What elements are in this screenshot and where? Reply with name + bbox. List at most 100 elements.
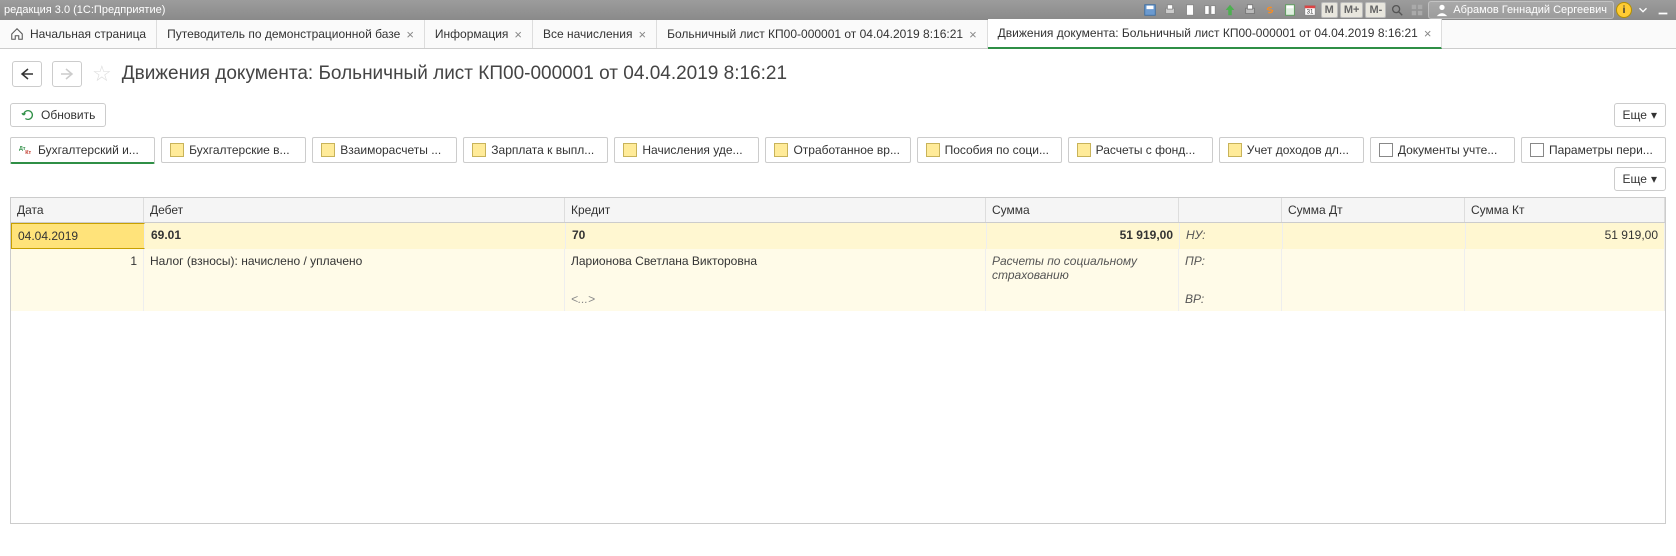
cell-num: 1 xyxy=(11,249,144,287)
titlebar-actions: 31 M M+ M- Абрамов Геннадий Сергеевич i xyxy=(1141,1,1672,19)
more-button-top[interactable]: Еще ▾ xyxy=(1614,103,1666,127)
tab-accruals[interactable]: Все начисления × xyxy=(533,20,657,48)
link-icon[interactable] xyxy=(1261,2,1279,18)
grid-icon xyxy=(1379,143,1393,157)
page-title: Движения документа: Больничный лист КП00… xyxy=(122,63,787,85)
tab-label: Путеводитель по демонстрационной базе xyxy=(167,27,400,41)
subtab-salary[interactable]: Зарплата к выпл... xyxy=(463,137,608,163)
subtab-label: Бухгалтерский и... xyxy=(38,143,139,157)
register-tabbar: ДтКт Бухгалтерский и... Бухгалтерские в.… xyxy=(0,137,1676,163)
page-header: ☆ Движения документа: Больничный лист КП… xyxy=(0,49,1676,97)
doc-icon[interactable] xyxy=(1181,2,1199,18)
cell-date[interactable]: 04.04.2019 xyxy=(11,223,145,249)
subtab-benefits[interactable]: Пособия по соци... xyxy=(917,137,1062,163)
close-icon[interactable]: × xyxy=(969,27,977,42)
subtab-label: Пособия по соци... xyxy=(945,143,1049,157)
nav-forward-button[interactable] xyxy=(52,61,82,87)
tab-sicklist[interactable]: Больничный лист КП00-000001 от 04.04.201… xyxy=(657,20,988,48)
more-label: Еще xyxy=(1623,172,1647,186)
calculator-icon[interactable] xyxy=(1281,2,1299,18)
posting-row[interactable]: 04.04.2019 69.01 70 51 919,00 НУ: 51 919… xyxy=(11,223,1665,249)
subtab-label: Документы учте... xyxy=(1398,143,1497,157)
col-sumdt[interactable]: Сумма Дт xyxy=(1282,198,1465,222)
info-icon[interactable]: i xyxy=(1616,2,1632,18)
col-sumkt[interactable]: Сумма Кт xyxy=(1465,198,1665,222)
cell-debit-account: 69.01 xyxy=(145,223,566,249)
close-icon[interactable]: × xyxy=(1424,26,1432,41)
tab-label: Все начисления xyxy=(543,27,633,41)
subtab-params[interactable]: Параметры пери... xyxy=(1521,137,1666,163)
nav-back-button[interactable] xyxy=(12,61,42,87)
minimize-icon[interactable] xyxy=(1654,2,1672,18)
register-icon xyxy=(774,143,788,157)
memory-mplus[interactable]: M+ xyxy=(1340,2,1364,18)
user-name: Абрамов Геннадий Сергеевич xyxy=(1453,4,1607,16)
refresh-button[interactable]: Обновить xyxy=(10,103,106,127)
subtab-funds[interactable]: Расчеты с фонд... xyxy=(1068,137,1213,163)
cell-sum: 51 919,00 xyxy=(987,223,1180,249)
subtab-label: Отработанное вр... xyxy=(793,143,899,157)
cell-debit-desc: Налог (взносы): начислено / уплачено xyxy=(144,249,565,287)
subtab-docs[interactable]: Документы учте... xyxy=(1370,137,1515,163)
favorite-star-icon[interactable]: ☆ xyxy=(92,61,112,87)
col-date[interactable]: Дата xyxy=(11,198,144,222)
col-credit[interactable]: Кредит xyxy=(565,198,986,222)
tab-doc-movements[interactable]: Движения документа: Больничный лист КП00… xyxy=(988,19,1443,49)
register-icon xyxy=(623,143,637,157)
chevron-down-icon: ▾ xyxy=(1651,108,1657,122)
memory-mminus[interactable]: M- xyxy=(1365,2,1386,18)
subtab-worked[interactable]: Отработанное вр... xyxy=(765,137,910,163)
calendar-icon[interactable]: 31 xyxy=(1301,2,1319,18)
cell-sumdt-2 xyxy=(1282,249,1465,287)
tab-label: Больничный лист КП00-000001 от 04.04.201… xyxy=(667,27,963,41)
cell-empty xyxy=(1282,287,1465,311)
dropdown-icon[interactable] xyxy=(1634,2,1652,18)
subtab-accruals[interactable]: Начисления уде... xyxy=(614,137,759,163)
arrow-up-green-icon[interactable] xyxy=(1221,2,1239,18)
subtab-label: Расчеты с фонд... xyxy=(1096,143,1196,157)
memory-m[interactable]: M xyxy=(1321,2,1338,18)
cell-label-vr: ВР: xyxy=(1179,287,1282,311)
home-icon xyxy=(10,27,24,41)
tab-info[interactable]: Информация × xyxy=(425,20,533,48)
windows-icon[interactable] xyxy=(1408,2,1426,18)
subtab-label: Зарплата к выпл... xyxy=(491,143,594,157)
tab-label: Начальная страница xyxy=(30,27,146,41)
cell-credit-account: 70 xyxy=(566,223,987,249)
cell-empty xyxy=(986,287,1179,311)
tab-guide[interactable]: Путеводитель по демонстрационной базе × xyxy=(157,20,425,48)
col-sum[interactable]: Сумма xyxy=(986,198,1179,222)
more-button-grid[interactable]: Еще ▾ xyxy=(1614,167,1666,191)
close-icon[interactable]: × xyxy=(514,27,522,42)
posting-row-detail[interactable]: 1 Налог (взносы): начислено / уплачено Л… xyxy=(11,249,1665,287)
posting-row-extra[interactable]: <...> ВР: xyxy=(11,287,1665,311)
app-title: редакция 3.0 (1С:Предприятие) xyxy=(4,4,165,16)
app-titlebar: редакция 3.0 (1С:Предприятие) 31 M M+ M-… xyxy=(0,0,1676,20)
compare-icon[interactable] xyxy=(1201,2,1219,18)
postings-grid: Дата Дебет Кредит Сумма Сумма Дт Сумма К… xyxy=(10,197,1666,524)
subtab-income[interactable]: Учет доходов дл... xyxy=(1219,137,1364,163)
printer2-icon[interactable] xyxy=(1241,2,1259,18)
cell-sumkt: 51 919,00 xyxy=(1466,223,1665,249)
register-icon xyxy=(1077,143,1091,157)
current-user[interactable]: Абрамов Геннадий Сергеевич xyxy=(1428,1,1614,19)
user-icon xyxy=(1435,3,1449,17)
register-icon xyxy=(926,143,940,157)
tab-home[interactable]: Начальная страница xyxy=(0,20,157,48)
more-label: Еще xyxy=(1623,108,1647,122)
close-icon[interactable]: × xyxy=(639,27,647,42)
subtab-label: Параметры пери... xyxy=(1549,143,1653,157)
col-blank xyxy=(1179,198,1282,222)
close-icon[interactable]: × xyxy=(406,27,414,42)
print-icon[interactable] xyxy=(1161,2,1179,18)
main-tabbar: Начальная страница Путеводитель по демон… xyxy=(0,20,1676,49)
save-icon[interactable] xyxy=(1141,2,1159,18)
zoom-icon[interactable] xyxy=(1388,2,1406,18)
subtab-label: Взаиморасчеты ... xyxy=(340,143,441,157)
grid-body: 04.04.2019 69.01 70 51 919,00 НУ: 51 919… xyxy=(11,223,1665,523)
col-debit[interactable]: Дебет xyxy=(144,198,565,222)
svg-text:31: 31 xyxy=(1306,9,1313,16)
subtab-settlements[interactable]: Взаиморасчеты ... xyxy=(312,137,457,163)
subtab-accounting[interactable]: ДтКт Бухгалтерский и... xyxy=(10,137,155,164)
subtab-bukh[interactable]: Бухгалтерские в... xyxy=(161,137,306,163)
